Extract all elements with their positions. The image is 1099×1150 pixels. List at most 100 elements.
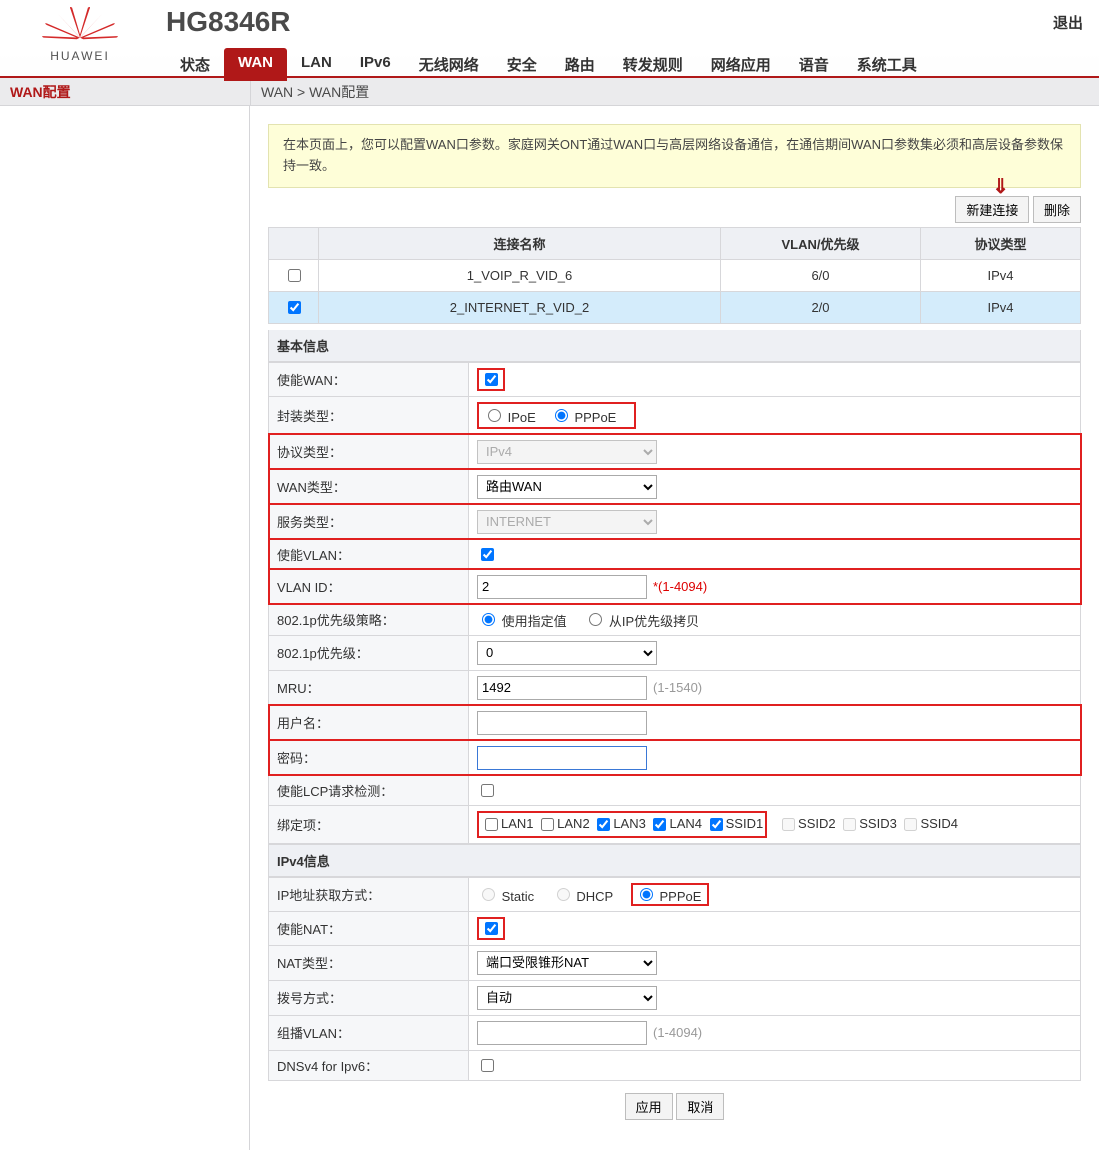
bind-lan4-label: LAN4: [669, 816, 702, 831]
row-checkbox[interactable]: [288, 301, 301, 314]
label-service: 服务类型：: [269, 504, 469, 539]
row-proto: IPv4: [921, 259, 1081, 291]
tab-wan[interactable]: WAN: [224, 48, 287, 81]
label-lcp: 使能LCP请求检测：: [269, 775, 469, 805]
label-enable-wan: 使能WAN：: [269, 362, 469, 396]
tab-ipv6[interactable]: IPv6: [346, 48, 405, 81]
label-encap: 封装类型：: [269, 396, 469, 434]
dial-select[interactable]: 自动: [477, 986, 657, 1010]
policy-copy-label: 从IP优先级拷贝: [609, 614, 699, 629]
encap-ipoe-label: IPoE: [508, 410, 536, 425]
bind-lan4-checkbox[interactable]: [653, 818, 666, 831]
mcast-vlan-input[interactable]: [477, 1021, 647, 1045]
brand-logo: HUAWEI: [0, 0, 160, 63]
top-right: HG8346R 状态 WAN LAN IPv6 无线网络 安全 路由 转发规则 …: [160, 0, 1099, 81]
wan-type-select[interactable]: 路由WAN: [477, 475, 657, 499]
tab-route[interactable]: 路由: [551, 48, 609, 81]
enable-wan-checkbox[interactable]: [485, 373, 498, 386]
bind-ssid1-label: SSID1: [726, 816, 764, 831]
row-checkbox[interactable]: [288, 269, 301, 282]
row-name: 2_INTERNET_R_VID_2: [319, 291, 721, 323]
ipv4-form: IP地址获取方式： Static DHCP PPPoE 使能NAT： NAT类型…: [268, 877, 1081, 1081]
bind-ssid2-label: SSID2: [798, 816, 836, 831]
username-input[interactable]: [477, 711, 647, 735]
enable-nat-checkbox[interactable]: [485, 922, 498, 935]
second-bar: WAN配置 WAN > WAN配置: [0, 78, 1099, 106]
row-vlan: 6/0: [721, 259, 921, 291]
label-username: 用户名：: [269, 705, 469, 740]
label-bind: 绑定项：: [269, 805, 469, 843]
bind-ssid1-checkbox[interactable]: [710, 818, 723, 831]
new-connection-button[interactable]: 新建连接: [955, 196, 1029, 223]
content-area: 在本页面上，您可以配置WAN口参数。家庭网关ONT通过WAN口与高层网络设备通信…: [250, 106, 1099, 1150]
encap-pppoe-radio[interactable]: [555, 409, 568, 422]
label-password: 密码：: [269, 740, 469, 775]
label-ip-mode: IP地址获取方式：: [269, 877, 469, 911]
sidebar: [0, 106, 250, 1150]
label-dial: 拨号方式：: [269, 980, 469, 1015]
mcast-vlan-hint: (1-4094): [653, 1025, 702, 1040]
label-8021p-policy: 802.1p优先级策略：: [269, 604, 469, 635]
section-ipv4: IPv4信息: [268, 844, 1081, 877]
mru-hint: (1-1540): [653, 680, 702, 695]
row-name: 1_VOIP_R_VID_6: [319, 259, 721, 291]
tab-security[interactable]: 安全: [493, 48, 551, 81]
table-row[interactable]: 1_VOIP_R_VID_6 6/0 IPv4: [269, 259, 1081, 291]
label-mru: MRU：: [269, 670, 469, 705]
label-mcast-vlan: 组播VLAN：: [269, 1015, 469, 1050]
service-select: INTERNET: [477, 510, 657, 534]
ipmode-pppoe-radio[interactable]: [640, 888, 653, 901]
tab-forward[interactable]: 转发规则: [609, 48, 697, 81]
dnsv4-checkbox[interactable]: [481, 1059, 494, 1072]
policy-copy-radio[interactable]: [589, 613, 602, 626]
bind-lan1-label: LAN1: [501, 816, 534, 831]
tab-app[interactable]: 网络应用: [697, 48, 785, 81]
label-8021p: 802.1p优先级：: [269, 635, 469, 670]
label-enable-vlan: 使能VLAN：: [269, 539, 469, 569]
bind-ssid4-label: SSID4: [920, 816, 958, 831]
tab-lan[interactable]: LAN: [287, 48, 346, 81]
col-vlan-priority: VLAN/优先级: [721, 227, 921, 259]
vlan-id-hint: *(1-4094): [653, 579, 707, 594]
bind-ssid4-checkbox: [904, 818, 917, 831]
policy-use-radio[interactable]: [482, 613, 495, 626]
arrow-annotation-icon: ⇓: [992, 174, 1009, 199]
connection-table: 连接名称 VLAN/优先级 协议类型 1_VOIP_R_VID_6 6/0 IP…: [268, 227, 1081, 324]
cancel-button[interactable]: 取消: [676, 1093, 724, 1120]
bind-lan3-checkbox[interactable]: [597, 818, 610, 831]
logout-link[interactable]: 退出: [1053, 12, 1083, 33]
basic-form: 使能WAN： 封装类型： IPoE PPPoE 协议类型： IPv4 WAN类型…: [268, 362, 1081, 844]
brand-text: HUAWEI: [0, 49, 160, 63]
label-dnsv4: DNSv4 for Ipv6：: [269, 1050, 469, 1080]
tab-voice[interactable]: 语音: [785, 48, 843, 81]
section-basic: 基本信息: [268, 330, 1081, 362]
lcp-checkbox[interactable]: [481, 784, 494, 797]
main-tabs: 状态 WAN LAN IPv6 无线网络 安全 路由 转发规则 网络应用 语音 …: [166, 48, 1099, 81]
side-menu-wanconfig[interactable]: WAN配置: [0, 78, 250, 105]
ipmode-pppoe-label: PPPoE: [659, 889, 701, 904]
bind-lan2-label: LAN2: [557, 816, 590, 831]
tab-tools[interactable]: 系统工具: [843, 48, 931, 81]
policy-use-label: 使用指定值: [502, 614, 567, 629]
mru-input[interactable]: [477, 676, 647, 700]
nat-type-select[interactable]: 端口受限锥形NAT: [477, 951, 657, 975]
label-wan-type: WAN类型：: [269, 469, 469, 504]
vlan-id-input[interactable]: [477, 575, 647, 599]
tab-status[interactable]: 状态: [166, 48, 224, 81]
enable-vlan-checkbox[interactable]: [481, 548, 494, 561]
password-input[interactable]: [477, 746, 647, 770]
row-proto: IPv4: [921, 291, 1081, 323]
tab-wlan[interactable]: 无线网络: [405, 48, 493, 81]
encap-ipoe-radio[interactable]: [488, 409, 501, 422]
info-box: 在本页面上，您可以配置WAN口参数。家庭网关ONT通过WAN口与高层网络设备通信…: [268, 124, 1081, 188]
bind-lan2-checkbox[interactable]: [541, 818, 554, 831]
bind-lan1-checkbox[interactable]: [485, 818, 498, 831]
col-protocol: 协议类型: [921, 227, 1081, 259]
col-connection-name: 连接名称: [319, 227, 721, 259]
ipmode-dhcp-radio: [557, 888, 570, 901]
8021p-select[interactable]: 0: [477, 641, 657, 665]
apply-button[interactable]: 应用: [625, 1093, 673, 1120]
table-row[interactable]: 2_INTERNET_R_VID_2 2/0 IPv4: [269, 291, 1081, 323]
delete-button[interactable]: 删除: [1033, 196, 1081, 223]
label-proto: 协议类型：: [269, 434, 469, 469]
